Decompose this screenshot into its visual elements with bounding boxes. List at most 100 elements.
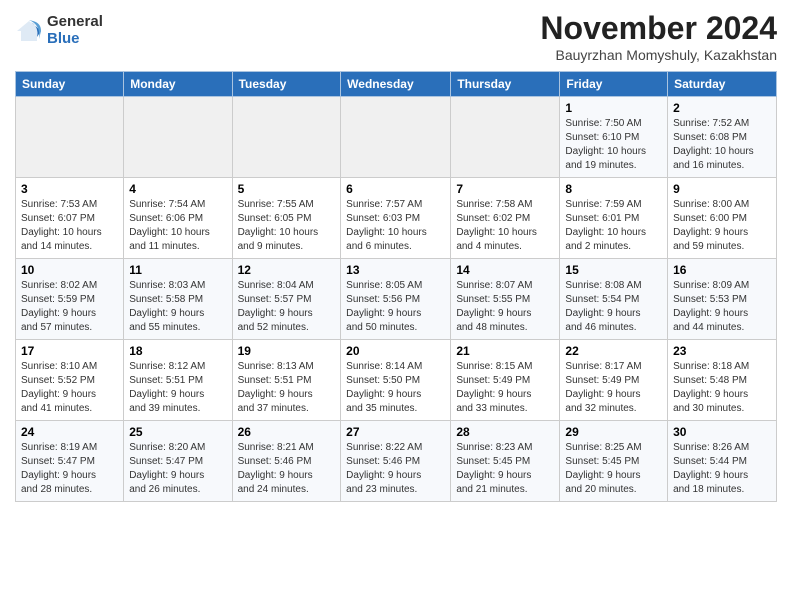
calendar-cell: 13Sunrise: 8:05 AM Sunset: 5:56 PM Dayli…	[341, 259, 451, 340]
day-info: Sunrise: 7:55 AM Sunset: 6:05 PM Dayligh…	[238, 198, 336, 254]
day-number: 9	[673, 182, 771, 196]
day-info: Sunrise: 8:10 AM Sunset: 5:52 PM Dayligh…	[21, 360, 118, 416]
day-info: Sunrise: 8:03 AM Sunset: 5:58 PM Dayligh…	[129, 279, 226, 335]
day-info: Sunrise: 8:09 AM Sunset: 5:53 PM Dayligh…	[673, 279, 771, 335]
day-info: Sunrise: 8:22 AM Sunset: 5:46 PM Dayligh…	[346, 441, 445, 497]
weekday-header: Wednesday	[341, 72, 451, 97]
calendar-cell: 4Sunrise: 7:54 AM Sunset: 6:06 PM Daylig…	[124, 178, 232, 259]
weekday-header: Sunday	[16, 72, 124, 97]
calendar-week-row: 17 Sunrise: 8:10 AM Sunset: 5:52 PM Dayli…	[16, 340, 777, 421]
day-number: 3	[21, 182, 118, 196]
day-number: 8	[565, 182, 662, 196]
day-number: 1	[565, 101, 662, 115]
calendar-cell: 27 Sunrise: 8:22 AM Sunset: 5:46 PM Dayli…	[341, 421, 451, 502]
calendar-cell: 21Sunrise: 8:15 AM Sunset: 5:49 PM Dayli…	[451, 340, 560, 421]
day-number: 20	[346, 344, 445, 358]
day-number: 2	[673, 101, 771, 115]
day-number: 23	[673, 344, 771, 358]
day-info: Sunrise: 8:21 AM Sunset: 5:46 PM Dayligh…	[238, 441, 336, 497]
calendar-cell	[451, 97, 560, 178]
weekday-header: Saturday	[668, 72, 777, 97]
day-info: Sunrise: 8:23 AM Sunset: 5:45 PM Dayligh…	[456, 441, 554, 497]
day-info: Sunrise: 8:19 AM Sunset: 5:47 PM Dayligh…	[21, 441, 118, 497]
weekday-header: Tuesday	[232, 72, 341, 97]
day-info: Sunrise: 8:14 AM Sunset: 5:50 PM Dayligh…	[346, 360, 445, 416]
page-header: General Blue November 2024 Bauyrzhan Mom…	[15, 10, 777, 63]
day-number: 30	[673, 425, 771, 439]
calendar-cell: 17 Sunrise: 8:10 AM Sunset: 5:52 PM Dayli…	[16, 340, 124, 421]
day-number: 28	[456, 425, 554, 439]
calendar-cell: 3 Sunrise: 7:53 AM Sunset: 6:07 PM Daylig…	[16, 178, 124, 259]
day-number: 6	[346, 182, 445, 196]
calendar-cell	[16, 97, 124, 178]
day-info: Sunrise: 7:59 AM Sunset: 6:01 PM Dayligh…	[565, 198, 662, 254]
day-number: 18	[129, 344, 226, 358]
day-info: Sunrise: 8:07 AM Sunset: 5:55 PM Dayligh…	[456, 279, 554, 335]
calendar-week-row: 10Sunrise: 8:02 AM Sunset: 5:59 PM Dayli…	[16, 259, 777, 340]
day-info: Sunrise: 8:05 AM Sunset: 5:56 PM Dayligh…	[346, 279, 445, 335]
day-number: 19	[238, 344, 336, 358]
day-number: 16	[673, 263, 771, 277]
day-info: Sunrise: 8:13 AM Sunset: 5:51 PM Dayligh…	[238, 360, 336, 416]
calendar-cell: 24 Sunrise: 8:19 AM Sunset: 5:47 PM Dayli…	[16, 421, 124, 502]
calendar-cell: 28 Sunrise: 8:23 AM Sunset: 5:45 PM Dayli…	[451, 421, 560, 502]
day-info: Sunrise: 8:26 AM Sunset: 5:44 PM Dayligh…	[673, 441, 771, 497]
weekday-header: Monday	[124, 72, 232, 97]
day-number: 15	[565, 263, 662, 277]
calendar-cell: 26 Sunrise: 8:21 AM Sunset: 5:46 PM Dayli…	[232, 421, 341, 502]
day-number: 10	[21, 263, 118, 277]
calendar-cell: 9 Sunrise: 8:00 AM Sunset: 6:00 PM Daylig…	[668, 178, 777, 259]
weekday-row: SundayMondayTuesdayWednesdayThursdayFrid…	[16, 72, 777, 97]
calendar-body: 1 Sunrise: 7:50 AM Sunset: 6:10 PM Daylig…	[16, 97, 777, 502]
calendar-cell: 14Sunrise: 8:07 AM Sunset: 5:55 PM Dayli…	[451, 259, 560, 340]
day-number: 12	[238, 263, 336, 277]
calendar-cell: 8 Sunrise: 7:59 AM Sunset: 6:01 PM Daylig…	[560, 178, 668, 259]
day-info: Sunrise: 7:54 AM Sunset: 6:06 PM Dayligh…	[129, 198, 226, 254]
calendar-cell	[341, 97, 451, 178]
calendar-cell: 23 Sunrise: 8:18 AM Sunset: 5:48 PM Dayli…	[668, 340, 777, 421]
calendar-cell: 20 Sunrise: 8:14 AM Sunset: 5:50 PM Dayli…	[341, 340, 451, 421]
day-info: Sunrise: 7:57 AM Sunset: 6:03 PM Dayligh…	[346, 198, 445, 254]
logo-text: General Blue	[47, 14, 103, 47]
calendar-header: SundayMondayTuesdayWednesdayThursdayFrid…	[16, 72, 777, 97]
day-number: 27	[346, 425, 445, 439]
day-info: Sunrise: 7:53 AM Sunset: 6:07 PM Dayligh…	[21, 198, 118, 254]
location-title: Bauyrzhan Momyshuly, Kazakhstan	[540, 47, 777, 63]
calendar-cell: 19 Sunrise: 8:13 AM Sunset: 5:51 PM Dayli…	[232, 340, 341, 421]
calendar-cell	[232, 97, 341, 178]
day-number: 22	[565, 344, 662, 358]
calendar-cell: 11 Sunrise: 8:03 AM Sunset: 5:58 PM Dayli…	[124, 259, 232, 340]
day-number: 21	[456, 344, 554, 358]
day-info: Sunrise: 8:20 AM Sunset: 5:47 PM Dayligh…	[129, 441, 226, 497]
calendar-cell: 22 Sunrise: 8:17 AM Sunset: 5:49 PM Dayli…	[560, 340, 668, 421]
day-info: Sunrise: 8:12 AM Sunset: 5:51 PM Dayligh…	[129, 360, 226, 416]
day-number: 26	[238, 425, 336, 439]
calendar-cell: 2Sunrise: 7:52 AM Sunset: 6:08 PM Daylig…	[668, 97, 777, 178]
day-number: 17	[21, 344, 118, 358]
day-number: 11	[129, 263, 226, 277]
calendar: SundayMondayTuesdayWednesdayThursdayFrid…	[15, 71, 777, 502]
day-number: 5	[238, 182, 336, 196]
weekday-header: Friday	[560, 72, 668, 97]
day-info: Sunrise: 8:18 AM Sunset: 5:48 PM Dayligh…	[673, 360, 771, 416]
calendar-week-row: 24 Sunrise: 8:19 AM Sunset: 5:47 PM Dayli…	[16, 421, 777, 502]
day-number: 29	[565, 425, 662, 439]
calendar-cell: 5 Sunrise: 7:55 AM Sunset: 6:05 PM Daylig…	[232, 178, 341, 259]
calendar-cell: 18 Sunrise: 8:12 AM Sunset: 5:51 PM Dayli…	[124, 340, 232, 421]
calendar-cell: 30 Sunrise: 8:26 AM Sunset: 5:44 PM Dayli…	[668, 421, 777, 502]
day-number: 24	[21, 425, 118, 439]
calendar-cell: 15 Sunrise: 8:08 AM Sunset: 5:54 PM Dayli…	[560, 259, 668, 340]
day-info: Sunrise: 8:17 AM Sunset: 5:49 PM Dayligh…	[565, 360, 662, 416]
calendar-cell: 12 Sunrise: 8:04 AM Sunset: 5:57 PM Dayli…	[232, 259, 341, 340]
calendar-cell	[124, 97, 232, 178]
day-info: Sunrise: 7:58 AM Sunset: 6:02 PM Dayligh…	[456, 198, 554, 254]
day-info: Sunrise: 8:08 AM Sunset: 5:54 PM Dayligh…	[565, 279, 662, 335]
calendar-cell: 1 Sunrise: 7:50 AM Sunset: 6:10 PM Daylig…	[560, 97, 668, 178]
day-info: Sunrise: 8:04 AM Sunset: 5:57 PM Dayligh…	[238, 279, 336, 335]
calendar-cell: 25Sunrise: 8:20 AM Sunset: 5:47 PM Dayli…	[124, 421, 232, 502]
day-info: Sunrise: 8:00 AM Sunset: 6:00 PM Dayligh…	[673, 198, 771, 254]
calendar-week-row: 3 Sunrise: 7:53 AM Sunset: 6:07 PM Daylig…	[16, 178, 777, 259]
day-info: Sunrise: 7:50 AM Sunset: 6:10 PM Dayligh…	[565, 117, 662, 173]
calendar-week-row: 1 Sunrise: 7:50 AM Sunset: 6:10 PM Daylig…	[16, 97, 777, 178]
day-info: Sunrise: 8:25 AM Sunset: 5:45 PM Dayligh…	[565, 441, 662, 497]
